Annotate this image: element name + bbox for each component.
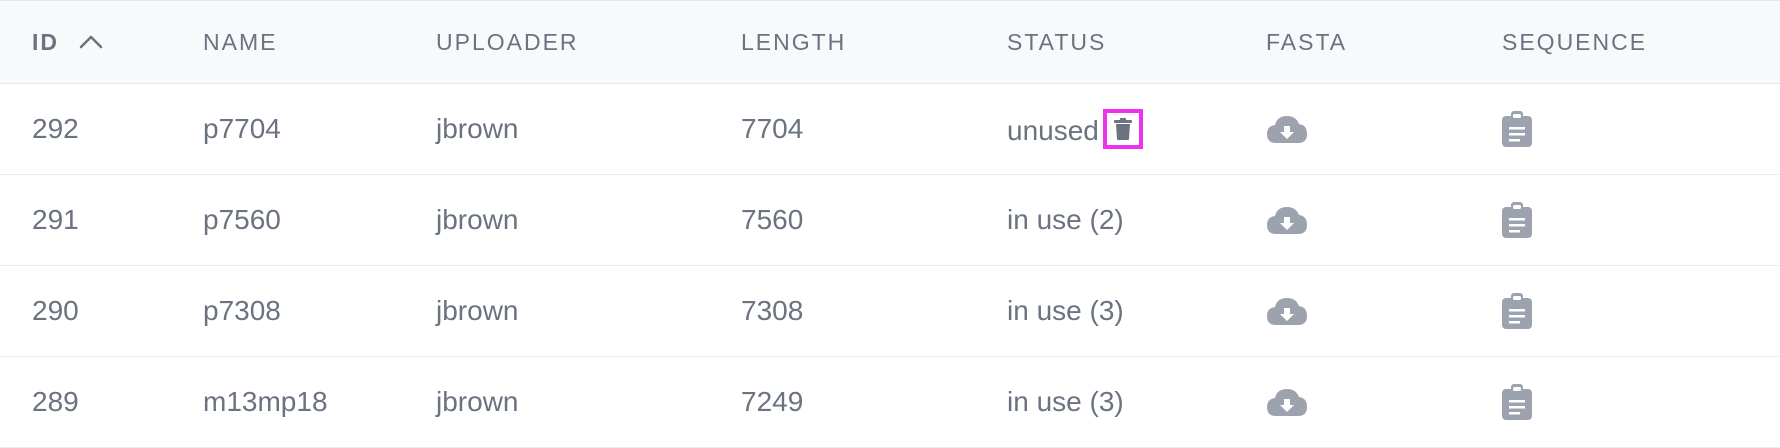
clipboard-icon	[1502, 293, 1532, 329]
header-fasta: FASTA	[1266, 1, 1347, 83]
header-id[interactable]: ID	[32, 1, 103, 83]
cell-name: p7704	[203, 113, 281, 144]
cell-status: unused	[1007, 115, 1099, 146]
trash-icon	[1113, 118, 1132, 140]
header-length[interactable]: LENGTH	[741, 1, 846, 83]
header-name[interactable]: NAME	[203, 1, 277, 83]
cell-id: 290	[32, 295, 79, 326]
header-name-label: NAME	[203, 28, 278, 55]
clipboard-icon	[1502, 111, 1532, 147]
cell-id: 291	[32, 204, 79, 235]
fasta-download-button[interactable]	[1266, 114, 1308, 144]
sequence-copy-button[interactable]	[1502, 384, 1532, 420]
clipboard-icon	[1502, 384, 1532, 420]
cell-uploader: jbrown	[436, 295, 519, 326]
sequences-table: ID NAME UPLOADER LENGTH STATUS FASTA SEQ…	[0, 0, 1780, 448]
header-length-label: LENGTH	[741, 28, 847, 55]
sequence-copy-button[interactable]	[1502, 293, 1532, 329]
cloud-download-icon	[1267, 116, 1307, 143]
chevron-up-icon[interactable]	[79, 35, 103, 49]
header-status[interactable]: STATUS	[1007, 1, 1106, 83]
header-uploader[interactable]: UPLOADER	[436, 1, 579, 83]
cell-id: 292	[32, 113, 79, 144]
fasta-download-button[interactable]	[1266, 296, 1308, 326]
fasta-download-button[interactable]	[1266, 205, 1308, 235]
table-row: 290 p7308 jbrown 7308 in use (3)	[0, 266, 1780, 357]
header-uploader-label: UPLOADER	[436, 28, 579, 55]
fasta-download-button[interactable]	[1266, 387, 1308, 417]
clipboard-icon	[1502, 202, 1532, 238]
table-row: 289 m13mp18 jbrown 7249 in use (3)	[0, 357, 1780, 448]
cell-length: 7249	[741, 386, 804, 417]
cell-status: in use (3)	[1007, 295, 1124, 326]
cell-status: in use (3)	[1007, 386, 1124, 417]
cell-length: 7704	[741, 113, 804, 144]
cell-uploader: jbrown	[436, 113, 519, 144]
cell-length: 7308	[741, 295, 804, 326]
cell-name: m13mp18	[203, 386, 328, 417]
cell-name: p7560	[203, 204, 281, 235]
delete-button[interactable]	[1102, 109, 1143, 149]
cell-uploader: jbrown	[436, 204, 519, 235]
header-sequence-label: SEQUENCE	[1502, 28, 1648, 55]
cloud-download-icon	[1267, 298, 1307, 325]
sequence-copy-button[interactable]	[1502, 202, 1532, 238]
table-row: 292 p7704 jbrown 7704 unused	[0, 84, 1780, 175]
cloud-download-icon	[1267, 389, 1307, 416]
cell-id: 289	[32, 386, 79, 417]
cell-status: in use (2)	[1007, 204, 1124, 235]
sequence-copy-button[interactable]	[1502, 111, 1532, 147]
header-sequence: SEQUENCE	[1502, 1, 1647, 83]
cloud-download-icon	[1267, 207, 1307, 234]
table-header: ID NAME UPLOADER LENGTH STATUS FASTA SEQ…	[0, 0, 1780, 84]
cell-uploader: jbrown	[436, 386, 519, 417]
header-fasta-label: FASTA	[1266, 28, 1348, 55]
header-id-label: ID	[32, 28, 59, 55]
cell-length: 7560	[741, 204, 804, 235]
header-status-label: STATUS	[1007, 28, 1107, 55]
cell-name: p7308	[203, 295, 281, 326]
table-row: 291 p7560 jbrown 7560 in use (2)	[0, 175, 1780, 266]
